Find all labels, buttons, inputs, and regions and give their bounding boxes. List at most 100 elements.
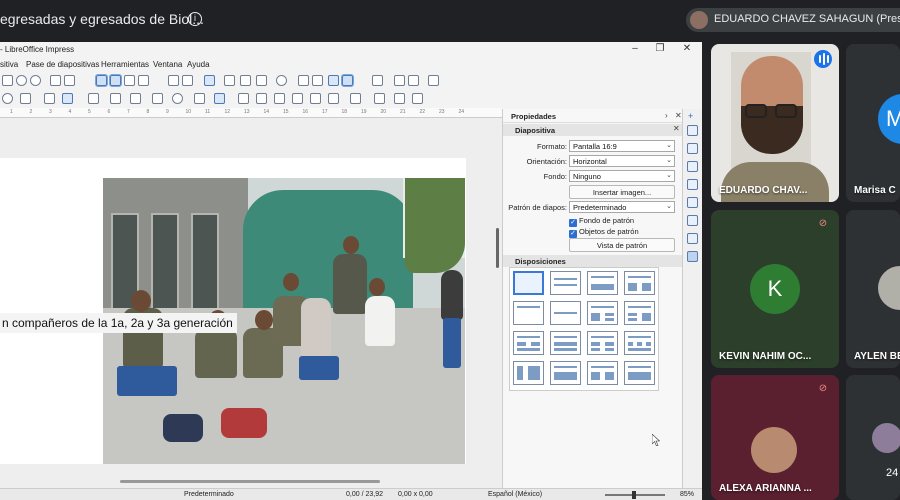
crop-icon[interactable] [328,93,339,104]
slide-sorter-icon[interactable] [138,75,149,86]
close-icon[interactable]: ✕ [677,43,697,54]
line-icon[interactable] [20,93,31,104]
slide-layout-icon[interactable] [428,75,439,86]
insert-image-button[interactable]: Insertar imagen... [569,185,675,199]
master-slides-tab-icon[interactable] [687,179,698,190]
new-slide-icon[interactable] [394,75,405,86]
layout-title-slide[interactable] [550,271,581,295]
layout-title-content-over-content[interactable] [550,331,581,355]
participant-tile[interactable]: AYLEN BE [846,210,900,368]
table-icon[interactable] [182,75,193,86]
navigator-tab-icon[interactable] [687,233,698,244]
stars-icon[interactable] [194,93,205,104]
image-icon[interactable] [204,75,215,86]
hyperlink-icon[interactable] [276,75,287,86]
layout-blank[interactable] [513,271,544,295]
master-background-checkbox[interactable]: ✓ Fondo de patrón [569,216,634,227]
text-box-icon[interactable] [168,75,179,86]
align-icon[interactable] [256,93,267,104]
menu-item-sitiva[interactable]: sitiva [0,60,18,69]
duplicate-slide-icon[interactable] [408,75,419,86]
add-icon[interactable]: + [688,111,693,121]
styles-tab-icon[interactable] [687,197,698,208]
vertical-scrollbar[interactable] [496,228,499,268]
layout-vertical-title-text[interactable] [624,361,655,385]
spelling-icon[interactable] [64,75,75,86]
presenter-chip[interactable]: EDUARDO CHAVEZ SAHAGUN (Presenta [686,8,900,32]
minimize-icon[interactable]: – [625,43,645,54]
layout-vertical-title[interactable] [513,361,544,385]
flowchart-icon[interactable] [152,93,163,104]
background-select[interactable]: Ninguno ⌄ [569,170,675,182]
format-select[interactable]: Pantalla 16:9 ⌄ [569,140,675,152]
master-slide-select[interactable]: Predeterminado ⌄ [569,201,675,213]
shapes-tab-icon[interactable] [687,251,698,262]
snap-grid-icon[interactable] [328,75,339,86]
layout-title-6-content[interactable] [624,331,655,355]
orientation-select[interactable]: Horizontal ⌄ [569,155,675,167]
redo-icon[interactable] [30,75,41,86]
menu-item-help[interactable]: Ayuda [187,60,210,69]
toggle-extrusion-icon[interactable] [394,93,405,104]
menu-item-window[interactable]: Ventana [153,60,182,69]
animation-tab-icon[interactable] [687,161,698,172]
section-close-icon[interactable]: ✕ [673,124,680,133]
layout-vertical-text[interactable] [550,361,581,385]
slide-transition-tab-icon[interactable] [687,143,698,154]
ellipse-icon[interactable] [2,93,13,104]
normal-view-icon[interactable] [95,74,108,87]
find-icon[interactable] [50,75,61,86]
layout-title-content-2-content[interactable] [624,301,655,325]
export-icon[interactable] [2,75,13,86]
layout-title-2-content-content[interactable] [587,301,618,325]
connector-icon[interactable] [62,93,73,104]
participant-tile[interactable]: ⊘ ALEXA ARIANNA ... [711,375,839,500]
gallery-tab-icon[interactable] [687,215,698,226]
master-view-button[interactable]: Vista de patrón [569,238,675,252]
horizontal-scrollbar[interactable] [120,480,380,483]
zoom-slider-handle[interactable] [632,491,636,499]
maximize-icon[interactable]: ❐ [650,43,670,54]
participant-tile[interactable]: M Marisa C [846,44,900,202]
3d-objects-icon[interactable] [214,93,225,104]
block-arrows-icon[interactable] [130,93,141,104]
info-icon[interactable]: i [188,12,202,26]
menu-item-slideshow[interactable]: Pase de diapositivas [26,60,99,69]
section-layouts[interactable]: Disposiciones [503,255,683,267]
curve-icon[interactable] [44,93,55,104]
filter-icon[interactable] [350,93,361,104]
transitions-icon[interactable] [312,75,323,86]
section-slide[interactable]: Diapositiva [503,124,683,136]
rotate-icon[interactable] [238,93,249,104]
start-slideshow-icon[interactable] [372,75,383,86]
helplines-icon[interactable] [341,74,354,87]
slide-caption[interactable]: n compañeros de la 1a, 2a y 3a generació… [0,313,237,333]
layout-title-2-content-over-content[interactable] [513,331,544,355]
glue-points-icon[interactable] [374,93,385,104]
status-zoom[interactable]: 85% [680,491,694,498]
status-language[interactable]: Español (México) [488,491,542,498]
fontwork-icon[interactable] [256,75,267,86]
participant-tile[interactable]: 24 [846,375,900,500]
layout-title-4-content[interactable] [587,331,618,355]
distribute-icon[interactable] [292,93,303,104]
symbol-shapes-icon[interactable] [110,93,121,104]
chart-icon[interactable] [224,75,235,86]
sidebar-close-icon[interactable]: ✕ [675,111,682,120]
master-objects-checkbox[interactable]: ✓ Objetos de patrón [569,227,639,238]
undo-icon[interactable] [16,75,27,86]
outline-view-icon[interactable] [109,74,122,87]
media-icon[interactable] [240,75,251,86]
layout-vertical-title-text-chart[interactable] [587,361,618,385]
lines-icon[interactable] [298,75,309,86]
slide[interactable]: n compañeros de la 1a, 2a y 3a generació… [0,158,466,464]
shadow-icon[interactable] [310,93,321,104]
interaction-icon[interactable] [412,93,423,104]
layout-title-two-content[interactable] [624,271,655,295]
sidebar-menu-icon[interactable]: › [665,111,668,120]
arrange-icon[interactable] [274,93,285,104]
menu-item-tools[interactable]: Herramientas [101,60,149,69]
callouts-icon[interactable] [172,93,183,104]
notes-view-icon[interactable] [124,75,135,86]
layout-title-content[interactable] [587,271,618,295]
